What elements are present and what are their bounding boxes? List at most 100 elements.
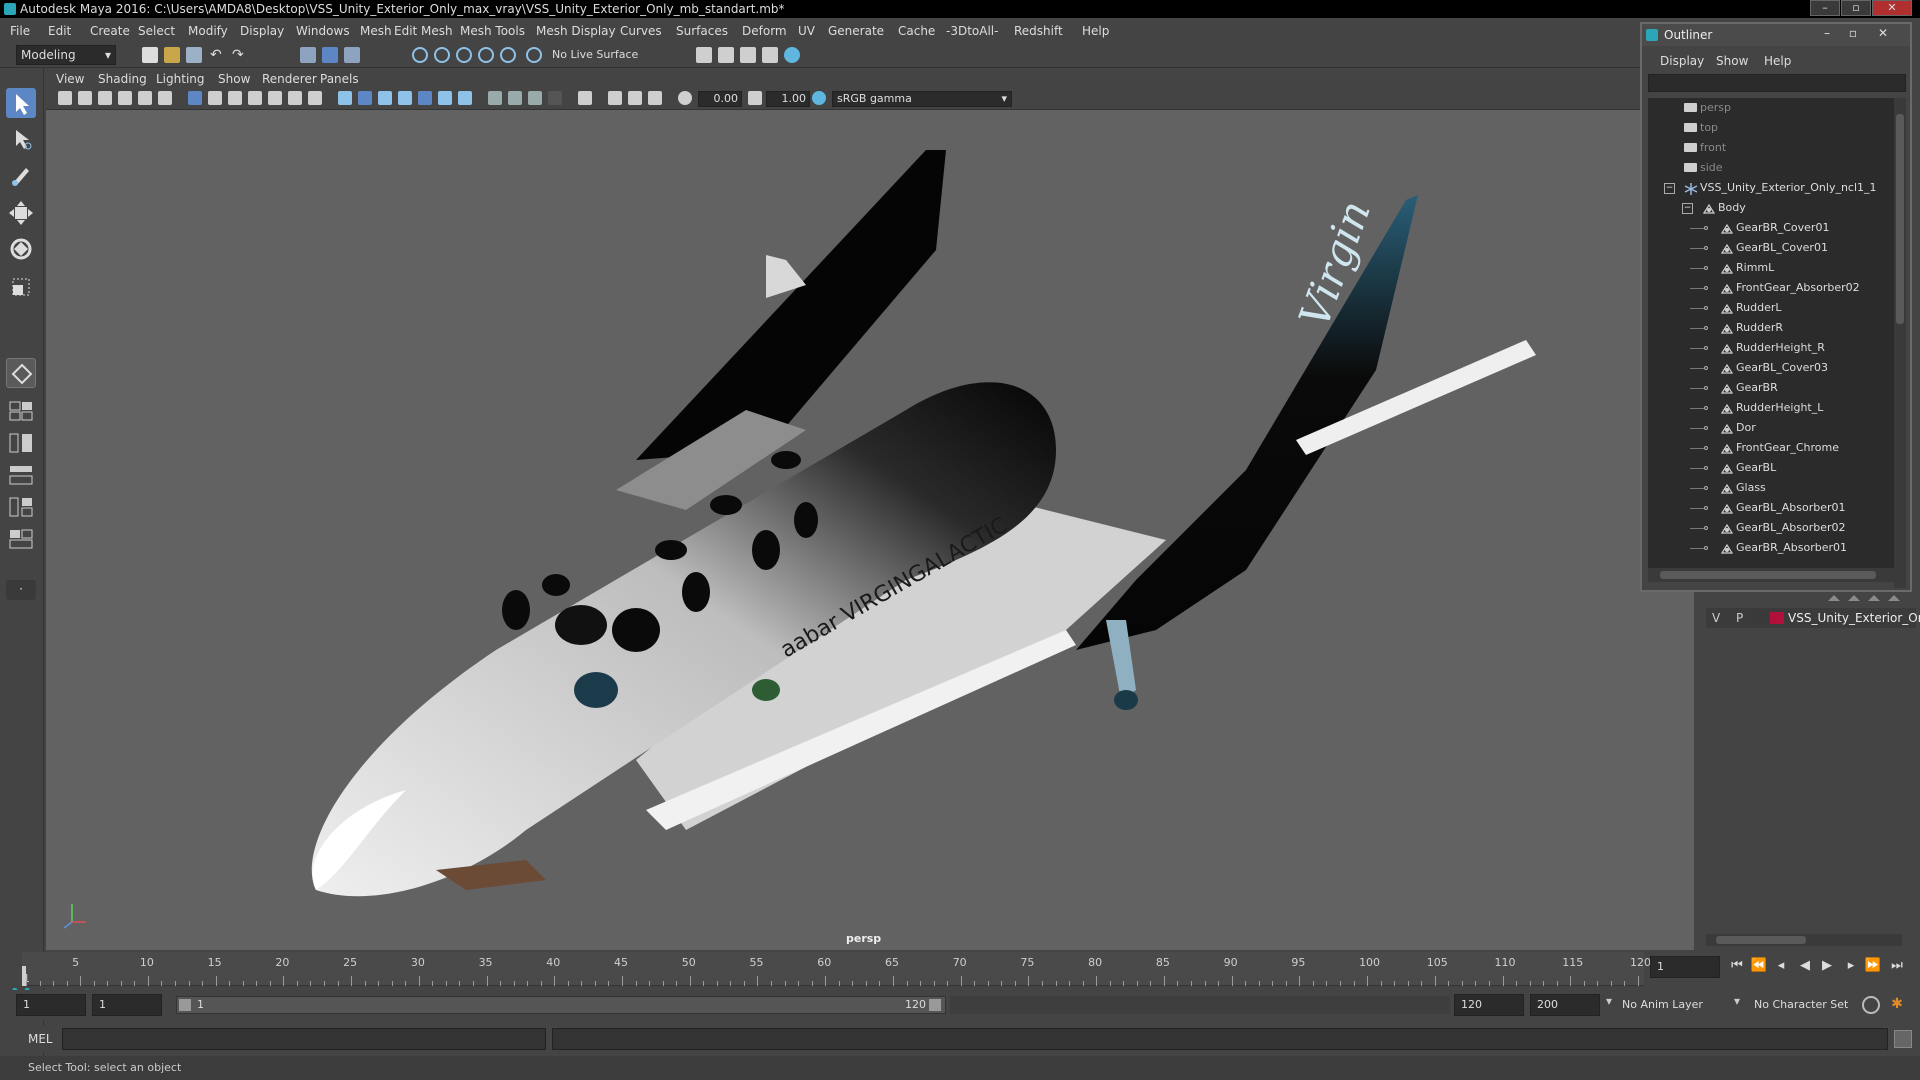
- anim-preferences-icon[interactable]: ✱: [1888, 996, 1906, 1014]
- color-management-icon[interactable]: [812, 91, 826, 105]
- safe-action-icon[interactable]: [288, 91, 302, 105]
- outliner-item[interactable]: GearBL_Absorber01: [1648, 498, 1894, 518]
- depth-of-field-icon[interactable]: [548, 91, 562, 105]
- outliner-maximize-button[interactable]: ▫: [1842, 26, 1864, 44]
- wireframe-on-shaded-icon[interactable]: [398, 91, 412, 105]
- outliner-item[interactable]: − Body: [1648, 198, 1894, 218]
- gate-mask-icon[interactable]: [248, 91, 262, 105]
- menu-set-dropdown[interactable]: Modeling ▾: [16, 45, 116, 65]
- outliner-item[interactable]: RudderR: [1648, 318, 1894, 338]
- outliner-menu-display[interactable]: Display: [1654, 52, 1710, 70]
- outliner-item[interactable]: GearBL_Cover03: [1648, 358, 1894, 378]
- current-frame-field[interactable]: 1: [1650, 956, 1720, 978]
- resolution-gate-icon[interactable]: [228, 91, 242, 105]
- auto-key-icon[interactable]: [1862, 996, 1880, 1014]
- snap-magnet-icon[interactable]: [526, 47, 542, 63]
- scroll-thumb[interactable]: [1660, 571, 1876, 579]
- lasso-tool-icon[interactable]: [6, 124, 36, 154]
- outliner-item[interactable]: FrontGear_Absorber02: [1648, 278, 1894, 298]
- outliner-item[interactable]: GearBR: [1648, 378, 1894, 398]
- layer-color-swatch[interactable]: [1770, 612, 1784, 624]
- outliner-vertical-scrollbar[interactable]: [1894, 98, 1906, 588]
- menu-cache[interactable]: Cache: [892, 20, 941, 42]
- anim-layer-dropdown[interactable]: No Anim Layer: [1622, 998, 1703, 1011]
- menu-surfaces[interactable]: Surfaces: [670, 20, 734, 42]
- exposure-field[interactable]: 0.00: [698, 91, 742, 107]
- show-manipulator-icon[interactable]: [6, 358, 36, 388]
- undo-icon[interactable]: ↶: [210, 47, 226, 63]
- panel-menu-shading[interactable]: Shading: [92, 70, 153, 88]
- anim-end-field[interactable]: 200: [1530, 994, 1600, 1016]
- render-frame-icon[interactable]: [740, 47, 756, 63]
- close-button[interactable]: ✕: [1872, 0, 1912, 16]
- menu-edit[interactable]: Edit: [42, 20, 77, 42]
- xray-active-icon[interactable]: [628, 91, 642, 105]
- panel-menu-panels[interactable]: Panels: [314, 70, 365, 88]
- outliner-close-button[interactable]: ✕: [1872, 26, 1894, 44]
- move-tool-icon[interactable]: [6, 198, 36, 228]
- step-back-frame-icon[interactable]: ◂: [1772, 956, 1790, 976]
- gamma-field[interactable]: 1.00: [766, 91, 810, 107]
- menu-edit-mesh[interactable]: Edit Mesh: [388, 20, 459, 42]
- hypershade-icon[interactable]: [784, 47, 800, 63]
- layout-graph-icon[interactable]: [6, 526, 36, 552]
- xray-icon[interactable]: [608, 91, 622, 105]
- outliner-item[interactable]: top: [1648, 118, 1894, 138]
- wireframe-icon[interactable]: [338, 91, 352, 105]
- outliner-horizontal-scrollbar[interactable]: [1648, 568, 1894, 582]
- menu-uv[interactable]: UV: [792, 20, 821, 42]
- view-transform-dropdown[interactable]: sRGB gamma ▾: [832, 91, 1012, 107]
- layout-single-icon[interactable]: [6, 398, 36, 424]
- snap-grid-icon[interactable]: [412, 47, 428, 63]
- outliner-item[interactable]: Glass: [1648, 478, 1894, 498]
- gamma-icon[interactable]: [748, 91, 762, 105]
- outliner-menu-help[interactable]: Help: [1758, 52, 1797, 70]
- chevron-down-icon[interactable]: ▾: [1734, 994, 1746, 1008]
- command-language-label[interactable]: MEL: [28, 1032, 53, 1046]
- range-end-handle[interactable]: [929, 999, 941, 1011]
- scroll-thumb[interactable]: [1716, 936, 1806, 944]
- select-tool-icon[interactable]: [6, 88, 36, 118]
- xray-joints-icon[interactable]: [648, 91, 662, 105]
- select-hierarchy-icon[interactable]: [300, 47, 316, 63]
- menu-display[interactable]: Display: [234, 20, 290, 42]
- menu-file[interactable]: File: [4, 20, 36, 42]
- camera-attributes-icon[interactable]: [78, 91, 92, 105]
- snap-surface-icon[interactable]: [500, 47, 516, 63]
- outliner-item[interactable]: − VSS_Unity_Exterior_Only_ncl1_1: [1648, 178, 1894, 198]
- exposure-icon[interactable]: [678, 91, 692, 105]
- time-ruler[interactable]: 1 5 10 15 20 25 30 35 40 45 50 55 60 65 70 75 80 85 90 95 1…: [22, 952, 1651, 986]
- outliner-item[interactable]: GearBL: [1648, 458, 1894, 478]
- outliner-item[interactable]: RudderHeight_L: [1648, 398, 1894, 418]
- menu-generate[interactable]: Generate: [822, 20, 890, 42]
- safe-title-icon[interactable]: [308, 91, 322, 105]
- snap-curve-icon[interactable]: [434, 47, 450, 63]
- smooth-shade-icon[interactable]: [358, 91, 372, 105]
- open-scene-icon[interactable]: [164, 47, 180, 63]
- go-to-end-icon[interactable]: ⏭: [1888, 956, 1906, 976]
- bookmark-icon[interactable]: [98, 91, 112, 105]
- layout-outliner-icon[interactable]: [6, 494, 36, 520]
- chevron-down-icon[interactable]: ▾: [1606, 994, 1618, 1008]
- default-material-icon[interactable]: [378, 91, 392, 105]
- menu-mesh-tools[interactable]: Mesh Tools: [454, 20, 531, 42]
- live-surface-field[interactable]: No Live Surface: [552, 46, 652, 64]
- layer-playback-toggle[interactable]: P: [1736, 611, 1743, 625]
- motion-blur-icon[interactable]: [508, 91, 522, 105]
- range-slider-track[interactable]: 1 120: [176, 996, 946, 1014]
- outliner-item[interactable]: RudderL: [1648, 298, 1894, 318]
- menu-modify[interactable]: Modify: [182, 20, 234, 42]
- ipr-render-icon[interactable]: [762, 47, 778, 63]
- layer-visibility-toggle[interactable]: V: [1712, 611, 1720, 625]
- layout-two-side-icon[interactable]: [6, 462, 36, 488]
- display-layer-row[interactable]: V P VSS_Unity_Exterior_Or: [1706, 608, 1920, 628]
- 2d-pan-zoom-icon[interactable]: [138, 91, 152, 105]
- minimize-button[interactable]: –: [1810, 0, 1840, 16]
- scale-tool-icon[interactable]: [6, 272, 36, 302]
- panel-menu-show[interactable]: Show: [212, 70, 256, 88]
- outliner-item[interactable]: persp: [1648, 98, 1894, 118]
- field-chart-icon[interactable]: [268, 91, 282, 105]
- shadows-icon[interactable]: [458, 91, 472, 105]
- outliner-item[interactable]: side: [1648, 158, 1894, 178]
- anim-start-field[interactable]: 1: [92, 994, 162, 1016]
